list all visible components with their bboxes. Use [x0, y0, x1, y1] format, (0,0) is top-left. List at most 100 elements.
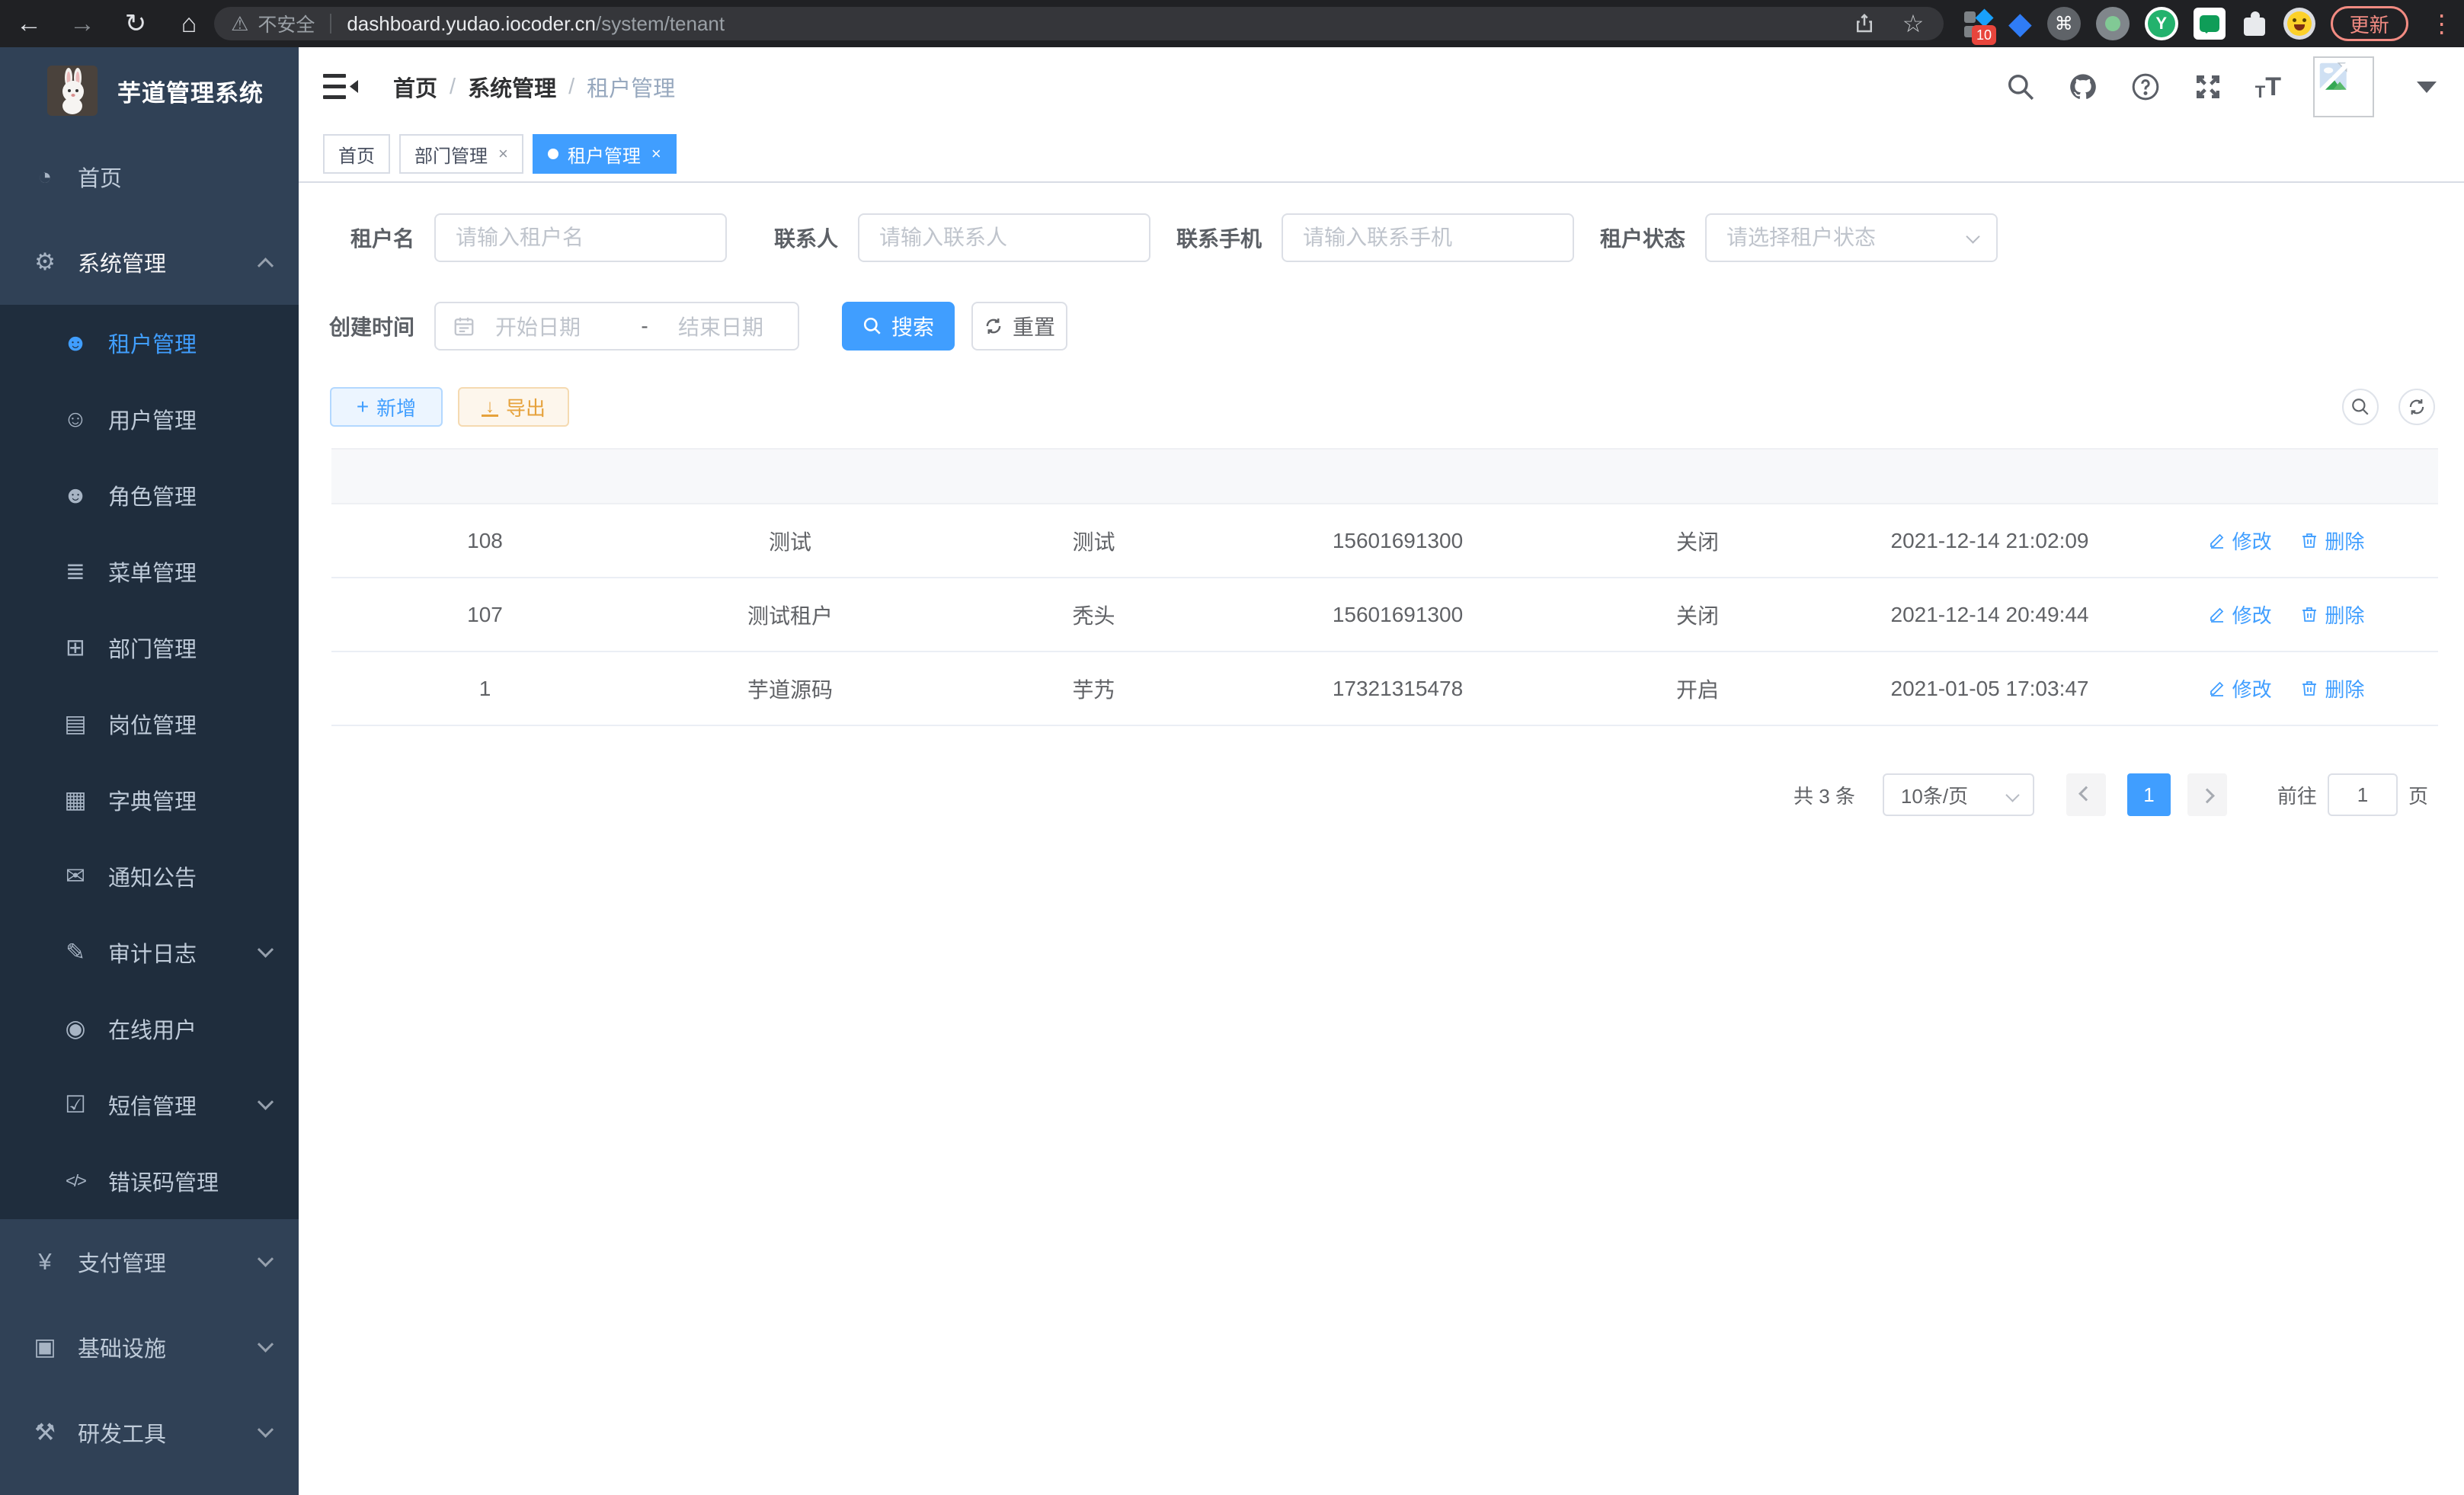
page-number-active[interactable]: 1	[2127, 773, 2171, 816]
filter-input[interactable]	[434, 213, 727, 262]
extension-command-icon[interactable]: ⌘	[2047, 7, 2081, 40]
next-page-button[interactable]	[2187, 773, 2227, 816]
reload-icon[interactable]: ↻	[120, 8, 151, 39]
sidebar-menu-item[interactable]: ⊞ 部门管理	[0, 610, 299, 686]
chevron-icon	[258, 1250, 274, 1266]
profile-avatar-icon[interactable]	[2283, 8, 2315, 40]
sidebar-menu-item[interactable]: ◔ 首页	[0, 134, 299, 219]
delete-link[interactable]: 删除	[2300, 527, 2364, 555]
chevron-right-icon	[2200, 789, 2215, 804]
sidebar-menu-item[interactable]: ◉ 在线用户	[0, 991, 299, 1067]
sidebar-menu-item[interactable]: ☑ 短信管理	[0, 1067, 299, 1143]
menu-item-label: 菜单管理	[108, 555, 197, 587]
app-logo-row[interactable]: 芋道管理系统	[0, 47, 299, 134]
sidebar-menu-item[interactable]: ¥ 支付管理	[0, 1219, 299, 1305]
search-icon	[2350, 397, 2370, 417]
fullscreen-icon[interactable]	[2193, 72, 2223, 102]
breadcrumb-item[interactable]: 首页	[393, 71, 437, 103]
search-icon[interactable]	[2005, 72, 2036, 102]
goto-page-input[interactable]	[2328, 773, 2398, 816]
search-button[interactable]: 搜索	[842, 302, 955, 351]
close-icon[interactable]: ×	[498, 144, 508, 164]
sidebar-menu-item[interactable]: </> 错误码管理	[0, 1143, 299, 1219]
sidebar-menu-item[interactable]: ✉ 通知公告	[0, 838, 299, 914]
sidebar-menu-item[interactable]: ▦ 字典管理	[0, 762, 299, 838]
edit-link[interactable]: 修改	[2208, 600, 2272, 629]
table-row: 1 芋道源码 芋艿 17321315478 开启 2021-01-05 17:0…	[331, 652, 2438, 726]
sidebar-menu-item[interactable]: ▤ 岗位管理	[0, 686, 299, 762]
extension-kite-icon[interactable]: ◆	[2008, 8, 2032, 39]
toggle-search-button[interactable]	[2342, 389, 2379, 425]
trash-icon	[2300, 531, 2318, 549]
sidebar-menu: ◔ 首页 ⚙ 系统管理 ☻ 租户管理 ☺ 用户管理 ☻ 角色管理 ≣	[0, 134, 299, 1475]
menu-item-label: 审计日志	[108, 936, 197, 968]
sidebar-menu-item[interactable]: ⚒ 研发工具	[0, 1390, 299, 1475]
audit-log-icon: ✎	[58, 939, 93, 966]
back-icon[interactable]: ←	[14, 9, 44, 39]
avatar-dropdown-caret[interactable]	[2417, 82, 2437, 93]
sidebar-menu-item[interactable]: ☻ 角色管理	[0, 457, 299, 533]
cell-mobile: 15601691300	[1246, 529, 1550, 553]
delete-link[interactable]: 删除	[2300, 674, 2364, 703]
cell-contact: 芋艿	[942, 674, 1246, 704]
reset-button[interactable]: 重置	[971, 302, 1067, 351]
bookmark-star-icon[interactable]: ☆	[1899, 10, 1927, 37]
add-button[interactable]: + 新增	[330, 387, 443, 427]
github-icon[interactable]	[2068, 72, 2098, 102]
breadcrumb-item[interactable]: 系统管理	[468, 71, 556, 103]
view-tab[interactable]: 首页	[323, 134, 390, 174]
main-content: 租户名 联系人 联系手机 租户状态	[299, 183, 2464, 1495]
export-button[interactable]: ↓ 导出	[458, 387, 569, 427]
view-tab[interactable]: 部门管理 ×	[399, 134, 523, 174]
refresh-table-button[interactable]	[2398, 389, 2435, 425]
table-header	[331, 448, 2438, 504]
view-tab[interactable]: 租户管理 ×	[533, 134, 677, 174]
date-separator: -	[629, 314, 660, 338]
user-avatar[interactable]	[2313, 56, 2374, 117]
browser-nav: ← → ↻ ⌂	[14, 0, 204, 47]
filter-input[interactable]	[858, 213, 1150, 262]
chrome-update-button[interactable]: 更新	[2331, 6, 2408, 41]
notice-icon: ✉	[58, 863, 93, 890]
date-range-input[interactable]: 开始日期 - 结束日期	[434, 302, 799, 351]
menu-item-label: 字典管理	[108, 784, 197, 816]
search-icon	[862, 316, 882, 336]
edit-link[interactable]: 修改	[2208, 527, 2272, 555]
sidebar-menu-item[interactable]: ✎ 审计日志	[0, 914, 299, 991]
chevron-icon	[258, 1421, 274, 1437]
sidebar-menu-item[interactable]: ≣ 菜单管理	[0, 533, 299, 610]
page-size-select[interactable]: 10条/页	[1883, 773, 2034, 816]
breadcrumb-item[interactable]: 租户管理	[587, 71, 675, 103]
close-icon[interactable]: ×	[651, 144, 661, 164]
sidebar-menu-item[interactable]: ☻ 租户管理	[0, 305, 299, 381]
forward-icon[interactable]: →	[67, 9, 98, 39]
edit-link[interactable]: 修改	[2208, 674, 2272, 703]
table-row: 107 测试租户 秃头 15601691300 关闭 2021-12-14 20…	[331, 578, 2438, 652]
devtools-icon: ⚒	[27, 1419, 62, 1446]
filter-input[interactable]	[1705, 213, 1998, 262]
browser-menu-icon[interactable]: ⋮	[2424, 9, 2460, 38]
sidebar-collapse-icon[interactable]	[323, 72, 358, 102]
cell-tenant-id: 1	[331, 677, 638, 701]
extensions-puzzle-icon[interactable]	[2241, 10, 2268, 37]
refresh-icon	[2407, 397, 2427, 417]
goto-label: 前往	[2277, 781, 2317, 809]
sidebar-menu-item[interactable]: ⚙ 系统管理	[0, 219, 299, 305]
extension-y-icon[interactable]: Y	[2145, 7, 2178, 40]
extension-tile-icon[interactable]: 10	[1963, 8, 1993, 39]
filter-input[interactable]	[1282, 213, 1574, 262]
sidebar-menu-item[interactable]: ▣ 基础设施	[0, 1305, 299, 1390]
font-size-icon[interactable]: TT	[2255, 72, 2281, 102]
help-icon[interactable]	[2130, 72, 2161, 102]
share-icon[interactable]	[1851, 10, 1878, 37]
sidebar-menu-item[interactable]: ☺ 用户管理	[0, 381, 299, 457]
prev-page-button[interactable]	[2066, 773, 2106, 816]
delete-link[interactable]: 删除	[2300, 600, 2364, 629]
tab-label: 部门管理	[414, 141, 488, 168]
address-bar[interactable]: ⚠ 不安全 dashboard.yudao.iocoder.cn /system…	[214, 7, 1944, 40]
menu-item-label: 岗位管理	[108, 708, 197, 740]
cell-status: 关闭	[1550, 600, 1845, 630]
extension-record-icon[interactable]	[2096, 7, 2130, 40]
home-icon[interactable]: ⌂	[174, 9, 204, 39]
extension-chat-icon[interactable]	[2194, 8, 2226, 40]
